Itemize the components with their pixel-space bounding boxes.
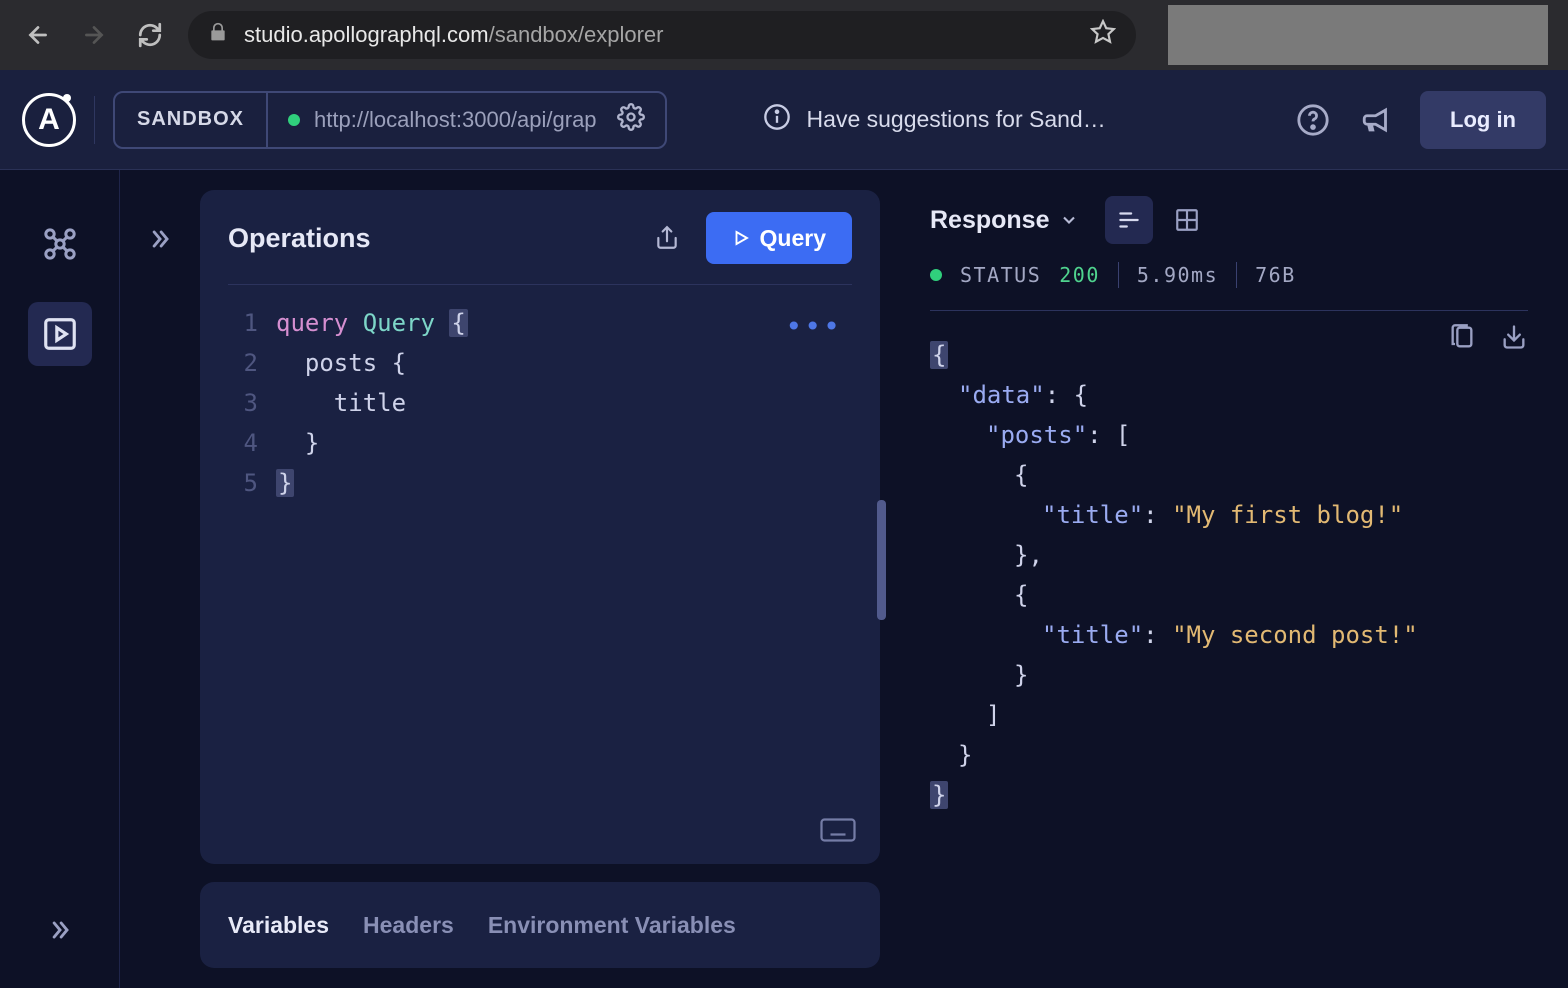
editor-menu-button[interactable]: ••• <box>785 307 842 347</box>
status-label: STATUS <box>960 263 1041 287</box>
nav-reload-button[interactable] <box>132 17 168 53</box>
keyboard-icon[interactable] <box>820 817 856 848</box>
run-button-label: Query <box>760 225 826 252</box>
left-rail <box>0 170 120 988</box>
status-code: 200 <box>1059 263 1100 287</box>
operations-column: Operations Query 1 2 3 4 5 <box>200 170 880 988</box>
query-editor[interactable]: 1 2 3 4 5 query Query { posts { title }}… <box>228 285 852 503</box>
sandbox-pill[interactable]: SANDBOX http://localhost:3000/api/grap <box>113 91 667 149</box>
suggestions-banner[interactable]: Have suggestions for Sand… <box>763 103 1106 137</box>
apollo-logo[interactable]: A <box>22 93 76 147</box>
login-button[interactable]: Log in <box>1420 91 1546 149</box>
operations-title: Operations <box>228 223 371 254</box>
url-path: /sandbox/explorer <box>489 22 664 47</box>
nav-back-button[interactable] <box>20 17 56 53</box>
suggestions-text: Have suggestions for Sand… <box>807 106 1106 133</box>
tab-variables[interactable]: Variables <box>228 912 329 939</box>
gear-icon[interactable] <box>617 103 645 137</box>
explorer-nav-item[interactable] <box>28 302 92 366</box>
info-icon <box>763 103 791 137</box>
response-header: Response <box>930 196 1528 244</box>
response-column: Response STATUS 200 5.90ms 76B <box>880 170 1568 988</box>
response-status-row: STATUS 200 5.90ms 76B <box>930 262 1528 311</box>
separator <box>94 96 95 144</box>
sandbox-label: SANDBOX <box>115 93 268 147</box>
response-time: 5.90ms <box>1137 263 1218 287</box>
announcement-icon[interactable] <box>1356 99 1398 141</box>
response-json-view-button[interactable] <box>1105 196 1153 244</box>
nav-forward-button[interactable] <box>76 17 112 53</box>
endpoint-url-text: http://localhost:3000/api/grap <box>314 107 597 133</box>
share-icon[interactable] <box>646 217 688 259</box>
variables-panel: Variables Headers Environment Variables <box>200 882 880 968</box>
copy-icon[interactable] <box>1448 323 1476 363</box>
docs-collapse-column <box>120 170 200 988</box>
collapse-rail-button[interactable] <box>28 898 92 962</box>
code-body[interactable]: query Query { posts { title }} <box>276 303 468 503</box>
download-icon[interactable] <box>1500 323 1528 363</box>
scrollbar-thumb[interactable] <box>877 500 886 620</box>
tab-env-variables[interactable]: Environment Variables <box>488 912 736 939</box>
browser-extension-area <box>1168 5 1548 65</box>
chevron-down-icon <box>1059 210 1079 230</box>
response-size: 76B <box>1255 263 1296 287</box>
status-dot-icon <box>930 269 942 281</box>
connection-status-dot <box>288 114 300 126</box>
app-header: A SANDBOX http://localhost:3000/api/grap… <box>0 70 1568 170</box>
run-query-button[interactable]: Query <box>706 212 852 264</box>
browser-toolbar: studio.apollographql.com/sandbox/explore… <box>0 0 1568 70</box>
expand-docs-button[interactable] <box>139 218 181 260</box>
tab-headers[interactable]: Headers <box>363 912 454 939</box>
main-area: Operations Query 1 2 3 4 5 <box>0 170 1568 988</box>
sandbox-endpoint[interactable]: http://localhost:3000/api/grap <box>268 103 665 137</box>
response-title[interactable]: Response <box>930 206 1079 235</box>
line-gutter: 1 2 3 4 5 <box>228 303 276 503</box>
schema-nav-item[interactable] <box>28 212 92 276</box>
response-body[interactable]: { "data": { "posts": [ { "title": "My fi… <box>930 311 1528 968</box>
url-bar[interactable]: studio.apollographql.com/sandbox/explore… <box>188 11 1136 59</box>
response-table-view-button[interactable] <box>1163 196 1211 244</box>
url-domain: studio.apollographql.com <box>244 22 489 47</box>
operations-panel: Operations Query 1 2 3 4 5 <box>200 190 880 864</box>
lock-icon <box>208 22 228 48</box>
help-icon[interactable] <box>1292 99 1334 141</box>
bookmark-star-icon[interactable] <box>1090 19 1116 51</box>
